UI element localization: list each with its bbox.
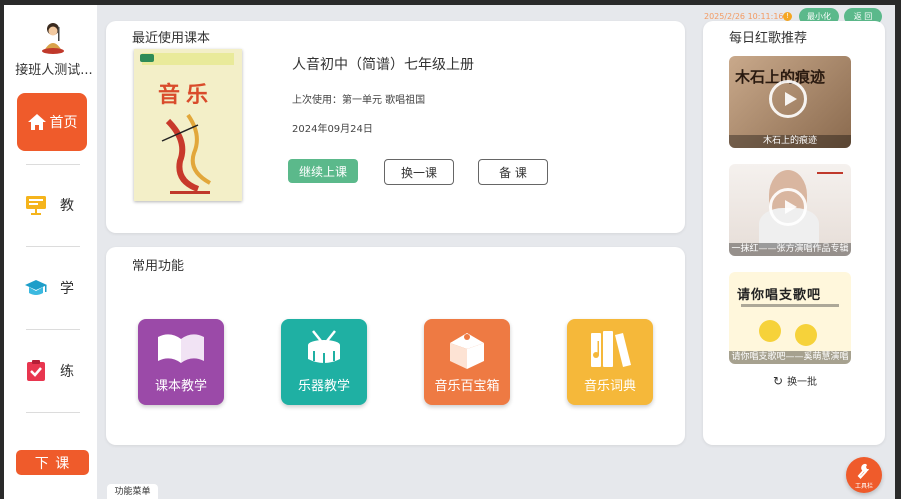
nav-learn[interactable]: 学 [24, 268, 88, 308]
nav-divider [26, 164, 80, 165]
function-menu-tab[interactable]: 功能菜单 [107, 484, 158, 499]
song-caption: 木石上的痕迹 [729, 135, 851, 148]
last-used-date: 2024年09月24日 [292, 124, 373, 135]
instrument-teaching-tile[interactable]: 乐器教学 [281, 319, 367, 405]
daily-title: 每日红歌推荐 [729, 31, 808, 46]
home-icon [27, 114, 46, 130]
song-card[interactable]: 木石上的痕迹 木石上的痕迹 [729, 56, 851, 148]
last-used: 上次使用：第一单元 歌唱祖国 [292, 95, 426, 106]
nav-divider [26, 246, 80, 247]
book-title: 人音初中（简谱）七年级上册 [292, 57, 474, 73]
nav-teach[interactable]: 教 [24, 185, 88, 225]
refresh-icon: ↻ [773, 373, 784, 388]
avatar[interactable] [38, 21, 68, 55]
song-caption: 一抹红——张方演唱作品专辑 [729, 243, 851, 256]
sidebar: 接班人测试... 首页 教 学 练 下 课 [4, 5, 97, 499]
continue-class-button[interactable]: 继续上课 [288, 159, 358, 183]
nav-practice-label: 练 [60, 364, 74, 380]
graduation-cap-icon [25, 280, 47, 295]
nav-divider [26, 412, 80, 413]
drum-icon [308, 330, 340, 364]
recent-title: 最近使用课本 [132, 31, 211, 46]
nav-home[interactable]: 首页 [17, 93, 87, 151]
play-icon[interactable] [769, 80, 807, 118]
song-caption: 请你唱支歌吧——奚萌慧演唱 [729, 351, 851, 364]
nav-home-label: 首页 [49, 115, 78, 131]
prepare-lesson-button[interactable]: 备 课 [478, 159, 548, 185]
nav-teach-label: 教 [60, 198, 74, 214]
open-book-icon [158, 334, 204, 363]
tile-label: 课本教学 [154, 379, 207, 394]
tile-label: 音乐词典 [583, 379, 636, 394]
refresh-button[interactable]: ↻ 换一批 [773, 373, 818, 389]
song-card[interactable]: 一抹红——张方演唱作品专辑 [729, 164, 851, 256]
treasure-box-icon [450, 333, 484, 369]
clipboard-check-icon [27, 360, 45, 381]
textbook-teaching-tile[interactable]: 课本教学 [138, 319, 224, 405]
datetime: 2025/2/26 10:11:16 [704, 12, 784, 21]
play-icon[interactable] [769, 188, 807, 226]
functions-title: 常用功能 [132, 259, 185, 274]
change-lesson-button[interactable]: 换一课 [384, 159, 454, 185]
tile-label: 乐器教学 [297, 379, 350, 394]
teaching-board-icon [26, 196, 46, 215]
textbook-cover[interactable]: 音乐 [134, 49, 242, 201]
recent-textbook-card: 最近使用课本 音乐 人音初中（简谱）七年级上册 上次使用：第一单元 歌唱祖国 2… [106, 21, 685, 233]
wrench-icon [857, 463, 869, 479]
nav-practice[interactable]: 练 [24, 351, 88, 391]
books-icon [591, 331, 631, 367]
app-window: 接班人测试... 首页 教 学 练 下 课 2025/2/26 10:11:16… [4, 5, 895, 499]
refresh-label: 换一批 [787, 377, 818, 388]
common-functions-card: 常用功能 课本教学 乐器教学 音乐百宝箱 音乐词典 [106, 247, 685, 445]
end-class-button[interactable]: 下 课 [16, 450, 89, 475]
nav-learn-label: 学 [60, 281, 74, 297]
music-dictionary-tile[interactable]: 音乐词典 [567, 319, 653, 405]
thumb-title: 请你唱支歌吧 [737, 288, 822, 303]
username: 接班人测试... [15, 63, 93, 78]
music-treasure-box-tile[interactable]: 音乐百宝箱 [424, 319, 510, 405]
nav-divider [26, 329, 80, 330]
toolbar-button[interactable]: 工具栏 [846, 457, 882, 493]
daily-songs-panel: 每日红歌推荐 木石上的痕迹 木石上的痕迹 一抹红——张方演唱作品专辑 请你唱支歌… [703, 21, 885, 445]
tile-label: 音乐百宝箱 [434, 379, 500, 394]
song-card[interactable]: 请你唱支歌吧 请你唱支歌吧——奚萌慧演唱 [729, 272, 851, 364]
toolbar-label: 工具栏 [854, 483, 873, 490]
cover-title: 音乐 [158, 83, 215, 108]
info-icon[interactable]: ! [783, 12, 792, 21]
